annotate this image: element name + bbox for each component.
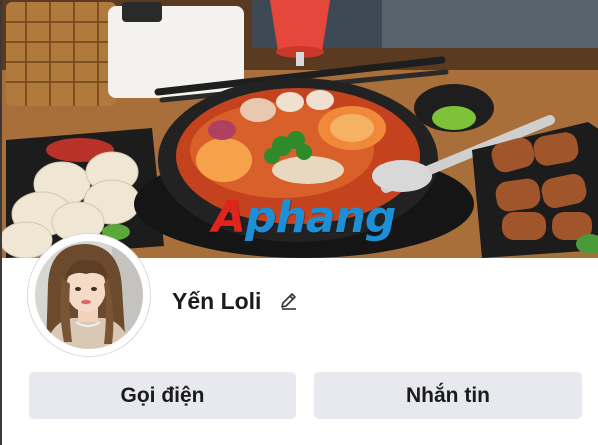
avatar[interactable]: [28, 234, 150, 356]
watermark-rest: phang: [245, 192, 396, 243]
pencil-icon[interactable]: [279, 291, 299, 311]
profile-card: Aphang Yến Loli Gọi điện Nhắn tin: [0, 0, 598, 445]
display-name: Yến Loli: [172, 287, 262, 314]
cover-watermark: Aphang: [212, 196, 396, 240]
name-row: Yến Loli: [172, 284, 299, 318]
message-button[interactable]: Nhắn tin: [314, 372, 582, 419]
watermark-first: A: [212, 192, 246, 243]
cover-photo[interactable]: Aphang: [2, 0, 598, 258]
avatar-image: [28, 234, 150, 356]
call-button[interactable]: Gọi điện: [29, 372, 296, 419]
